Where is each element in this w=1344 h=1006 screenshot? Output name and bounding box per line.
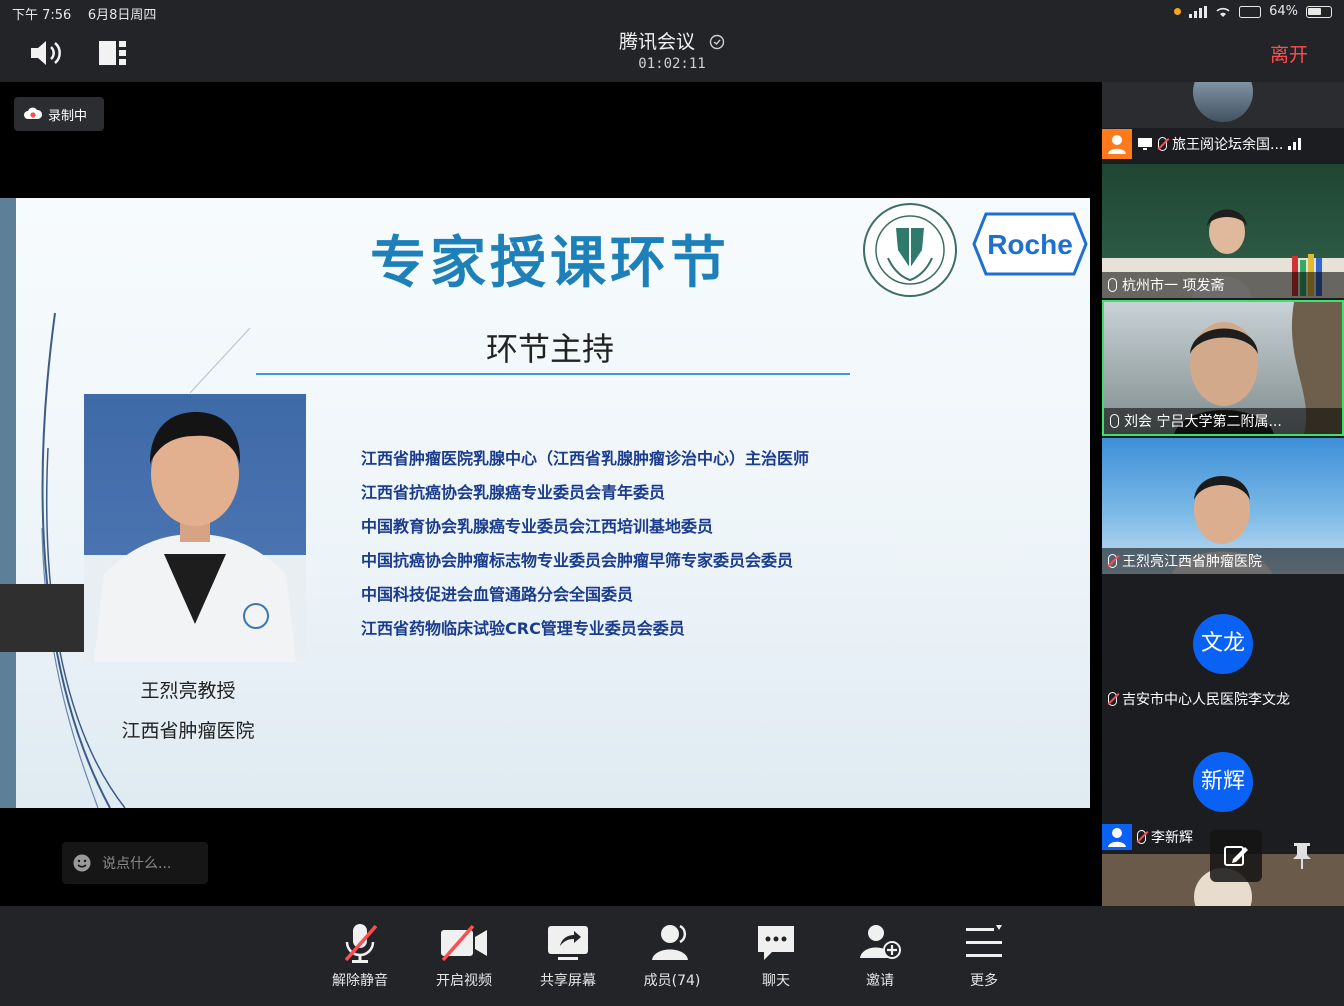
speaker-qualifications: 江西省肿瘤医院乳腺中心（江西省乳腺肿瘤诊治中心）主治医师 江西省抗癌协会乳腺癌专…: [361, 442, 809, 646]
status-right: 64%: [1174, 4, 1332, 19]
more-icon: [966, 925, 1002, 957]
recording-badge[interactable]: 录制中: [14, 97, 104, 131]
leave-button[interactable]: 离开: [1270, 40, 1308, 67]
participants-panel: 旅王阅论坛余国... 杭州市一 项发斋 刘会 宁吕大学第二附属... 王烈亮江西…: [1102, 82, 1344, 906]
battery-percent: 64%: [1269, 4, 1298, 19]
mic-icon: [1110, 414, 1119, 428]
vpn-icon: [1239, 5, 1262, 18]
signal-icon: [1189, 5, 1208, 18]
participant-label: 刘会 宁吕大学第二附属...: [1104, 408, 1342, 434]
more-label: 更多: [970, 973, 998, 989]
slide-divider: [256, 373, 850, 375]
participant-tile[interactable]: 王烈亮江西省肿瘤医院: [1102, 438, 1344, 574]
chat-placeholder: 说点什么...: [102, 856, 172, 872]
qualification-item: 江西省肿瘤医院乳腺中心（江西省乳腺肿瘤诊治中心）主治医师: [361, 449, 810, 468]
invite-button[interactable]: 邀请: [840, 922, 920, 990]
cloud-record-icon: [24, 107, 42, 119]
participant-name: 旅王阅论坛余国...: [1172, 137, 1284, 153]
share-screen-icon: [548, 926, 588, 960]
meeting-info-icon[interactable]: [709, 34, 725, 50]
annotate-button[interactable]: [1210, 830, 1262, 882]
meeting-duration: 01:02:11: [638, 56, 706, 72]
battery-icon: [1306, 5, 1332, 18]
meeting-title-text: 腾讯会议: [618, 31, 695, 53]
meeting-title-bar: 腾讯会议 01:02:11 离开: [0, 24, 1344, 82]
emoji-icon[interactable]: [72, 853, 92, 873]
edit-icon: [1224, 846, 1248, 866]
chat-button[interactable]: 聊天: [736, 922, 816, 990]
participant-name: 李新辉: [1151, 830, 1193, 846]
participant-label: 吉安市中心人民医院李文龙: [1102, 686, 1344, 712]
pin-icon: [1293, 843, 1311, 869]
wifi-icon: [1216, 7, 1230, 17]
slide-title: 专家授课环节: [370, 231, 730, 296]
participant-tile-active-speaker[interactable]: 刘会 宁吕大学第二附属...: [1102, 300, 1344, 436]
slide-subtitle: 环节主持: [485, 330, 614, 368]
roche-logo: Roche: [972, 212, 1088, 276]
members-icon: [652, 924, 688, 960]
share-screen-button[interactable]: 共享屏幕: [528, 922, 608, 990]
status-date: 6月8日周四: [87, 8, 157, 23]
meeting-toolbar: 解除静音 开启视频 共享屏幕 成员(74) 聊天 邀请 更多: [0, 906, 1344, 1006]
speaker-portrait-illustration: [94, 412, 296, 662]
mic-icon: [1108, 278, 1117, 292]
unmute-button[interactable]: 解除静音: [320, 922, 400, 990]
mic-off-icon: [1137, 830, 1146, 844]
participant-tile[interactable]: 杭州市一 项发斋: [1102, 164, 1344, 298]
participant-label: 旅王阅论坛余国...: [1102, 128, 1344, 160]
presentation-slide: 专家授课环节 Roche 环节主持 王烈亮教授 江西省肿瘤医院 江西省肿瘤医院乳…: [0, 198, 1090, 808]
chat-label: 聊天: [762, 973, 790, 989]
start-video-button[interactable]: 开启视频: [424, 922, 504, 990]
members-label: 成员(74): [643, 973, 701, 989]
qualification-item: 江西省药物临床试验CRC管理专业委员会委员: [361, 619, 685, 638]
participant-label: 杭州市一 项发斋: [1102, 272, 1344, 298]
invite-icon: [860, 925, 901, 959]
qualification-item: 中国科技促进会血管通路分会全国委员: [361, 585, 634, 604]
mic-off-icon: [1108, 692, 1117, 706]
qualification-item: 中国抗癌协会肿瘤标志物专业委员会肿瘤早筛专家委员会委员: [361, 551, 794, 570]
shared-screen-area: 录制中 专家授课环节 Roche 环节主持 王烈亮教授 江西省肿瘤医院 江西省肿…: [0, 82, 1102, 906]
roche-logo-text: Roche: [987, 229, 1073, 260]
participant-tile[interactable]: 文龙 吉安市中心人民医院李文龙: [1102, 578, 1344, 712]
slide-occlusion-block: [0, 584, 84, 652]
qualification-item: 中国教育协会乳腺癌专业委员会江西培训基地委员: [361, 517, 714, 536]
participant-avatar: 新辉: [1193, 752, 1253, 812]
recording-label: 录制中: [48, 108, 88, 124]
speaker-name: 王烈亮教授: [140, 680, 236, 702]
participant-name: 吉安市中心人民医院李文龙: [1122, 692, 1290, 708]
mic-off-icon: [1108, 554, 1117, 568]
meeting-title[interactable]: 腾讯会议: [0, 27, 1344, 54]
invite-label: 邀请: [866, 973, 894, 989]
hospital-seal-logo: [863, 203, 957, 297]
orange-dot-icon: [1174, 8, 1182, 15]
unmute-label: 解除静音: [332, 973, 388, 989]
participant-name: 杭州市一 项发斋: [1122, 278, 1225, 294]
camera-off-icon: [441, 924, 487, 962]
participant-label: 王烈亮江西省肿瘤医院: [1102, 548, 1344, 574]
participant-tile[interactable]: 旅王阅论坛余国...: [1102, 82, 1344, 160]
mic-off-icon: [1158, 137, 1167, 151]
members-button[interactable]: 成员(74): [632, 922, 712, 990]
participant-avatar: 文龙: [1193, 614, 1253, 674]
more-button[interactable]: 更多: [944, 922, 1024, 990]
signal-icon: [1288, 138, 1302, 150]
start-video-label: 开启视频: [436, 973, 492, 989]
mic-off-icon: [344, 924, 378, 963]
participant-avatar: [1193, 82, 1253, 122]
screen-share-icon: [1138, 138, 1152, 150]
user-icon: [1102, 824, 1132, 850]
pin-button[interactable]: [1276, 830, 1328, 882]
user-icon: [1102, 129, 1132, 159]
speaker-institution: 江西省肿瘤医院: [121, 720, 255, 742]
share-screen-label: 共享屏幕: [540, 973, 596, 989]
qualification-item: 江西省抗癌协会乳腺癌专业委员会青年委员: [361, 483, 666, 502]
speaker-photo: [84, 394, 306, 662]
status-left: 下午 7:56 6月8日周四: [12, 4, 156, 23]
participant-name: 刘会 宁吕大学第二附属...: [1124, 414, 1282, 430]
status-time: 下午 7:56: [12, 8, 72, 23]
chat-quick-input[interactable]: 说点什么...: [62, 842, 208, 884]
chat-icon: [758, 926, 794, 960]
participant-name: 王烈亮江西省肿瘤医院: [1122, 554, 1262, 570]
status-bar: 下午 7:56 6月8日周四 64%: [0, 0, 1344, 24]
